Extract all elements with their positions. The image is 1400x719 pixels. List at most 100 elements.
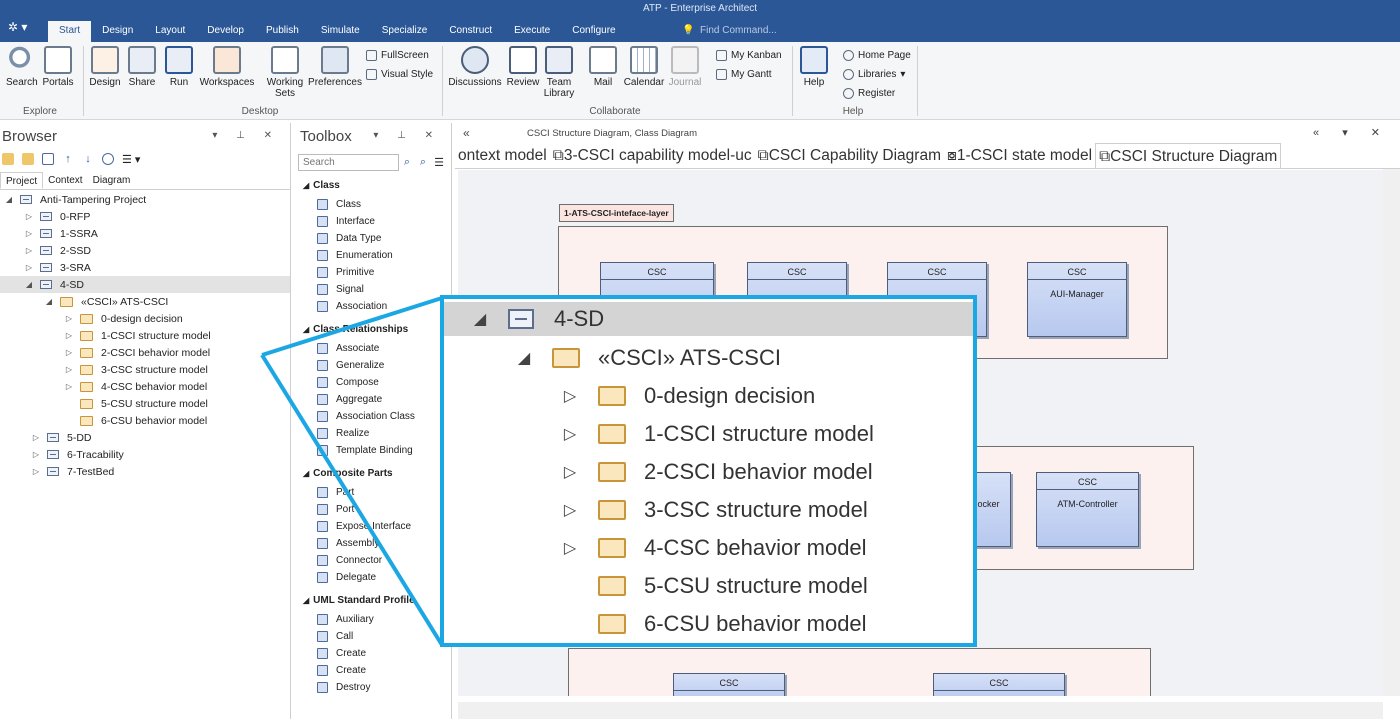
tab-configure[interactable]: Configure	[561, 21, 626, 42]
help-button[interactable]: Help	[800, 46, 828, 88]
tree-item-csci-child[interactable]: 5-CSU structure model	[64, 395, 208, 412]
tab-context-model[interactable]: ontext model	[455, 143, 550, 168]
preferences-button[interactable]: Preferences	[308, 46, 362, 88]
tab-construct[interactable]: Construct	[438, 21, 503, 42]
horizontal-scrollbar[interactable]	[458, 702, 1383, 719]
search-button[interactable]: Search	[6, 46, 38, 88]
toolbox-item[interactable]: Port	[294, 501, 451, 518]
toolbox-item[interactable]: Aggregate	[294, 391, 451, 408]
fullscreen-button[interactable]: FullScreen	[366, 50, 429, 61]
toolbox-item[interactable]: Expose Interface	[294, 518, 451, 535]
pane-controls[interactable]: ▾ ⊥ ✕	[373, 130, 441, 141]
toolbox-item[interactable]: Create	[294, 662, 451, 679]
tab-execute[interactable]: Execute	[503, 21, 561, 42]
home-page-button[interactable]: Home Page	[843, 50, 911, 61]
tab-capability-diagram[interactable]: ⧉CSCI Capability Diagram	[755, 143, 944, 168]
toolbox-item[interactable]: Call	[294, 628, 451, 645]
tab-publish[interactable]: Publish	[255, 21, 310, 42]
toolbox-item[interactable]: Association	[294, 298, 451, 315]
tab-context[interactable]: Context	[43, 172, 87, 189]
tab-specialize[interactable]: Specialize	[371, 21, 439, 42]
toolbox-item[interactable]: Class	[294, 196, 451, 213]
move-up-icon[interactable]: ↑	[62, 153, 74, 165]
expand-arrow-icon[interactable]: ▷	[64, 348, 74, 357]
expand-arrow-icon[interactable]: ▷	[64, 314, 74, 323]
visual-style-button[interactable]: Visual Style	[366, 69, 433, 80]
move-down-icon[interactable]: ↓	[82, 153, 94, 165]
collapse-arrow-icon[interactable]: ◢	[44, 297, 54, 306]
menu-icon[interactable]: ☰ ▾	[122, 153, 140, 166]
team-library-button[interactable]: Team Library	[543, 46, 575, 99]
toolbox-item[interactable]: Connector	[294, 552, 451, 569]
tree-item-3-sra[interactable]: ▷ 3-SRA	[24, 259, 91, 276]
expand-arrow-icon[interactable]: ▷	[64, 382, 74, 391]
toolbox-item[interactable]: Compose	[294, 374, 451, 391]
package-label[interactable]: 1-ATS-CSCI-inteface-layer	[559, 204, 674, 222]
tree-item-2-ssd[interactable]: ▷ 2-SSD	[24, 242, 91, 259]
tab-simulate[interactable]: Simulate	[310, 21, 371, 42]
journal-button[interactable]: Journal	[666, 46, 704, 88]
toolbox-item[interactable]: Signal	[294, 281, 451, 298]
tree-root[interactable]: ◢ Anti-Tampering Project	[4, 191, 146, 208]
toolbox-group-header[interactable]: ◢ Class Relationships	[294, 315, 451, 340]
toolbox-group-header[interactable]: ◢ Composite Parts	[294, 459, 451, 484]
toolbox-item[interactable]: Interface	[294, 213, 451, 230]
expand-arrow-icon[interactable]: ▷	[24, 229, 34, 238]
menu-icon[interactable]: ☰	[431, 156, 447, 169]
libraries-button[interactable]: Libraries ▾	[843, 69, 905, 80]
expand-arrow-icon[interactable]: ▷	[31, 450, 41, 459]
my-kanban-button[interactable]: My Kanban	[716, 50, 782, 61]
tab-diagram[interactable]: Diagram	[88, 172, 136, 189]
toolbox-item[interactable]: Realize	[294, 425, 451, 442]
find-command-input[interactable]: 💡 Find Command...	[682, 25, 777, 36]
expand-arrow-icon[interactable]: ▷	[64, 365, 74, 374]
collapse-panels-icon[interactable]: «	[463, 126, 470, 140]
toolbox-item[interactable]: Enumeration	[294, 247, 451, 264]
hierarchy-icon[interactable]	[42, 153, 54, 165]
tree-item-4-sd[interactable]: ◢ 4-SD	[0, 276, 290, 293]
design-button[interactable]: Design	[88, 46, 122, 88]
review-button[interactable]: Review	[505, 46, 541, 88]
expand-arrow-icon[interactable]: ▷	[24, 246, 34, 255]
expand-arrow-icon[interactable]: ▷	[24, 212, 34, 221]
expand-arrow-icon[interactable]: ▷	[31, 433, 41, 442]
toolbox-group-header[interactable]: ◢ UML Standard Profile	[294, 586, 451, 611]
tree-item-ats-csci[interactable]: ◢ «CSCI» ATS-CSCI	[44, 293, 168, 310]
discussions-button[interactable]: Discussions	[448, 46, 502, 88]
new-folder-icon[interactable]	[22, 153, 34, 165]
properties-icon[interactable]	[102, 153, 114, 165]
tree-item-csci-child[interactable]: ▷ 3-CSC structure model	[64, 361, 208, 378]
tree-item-7-testbed[interactable]: ▷ 7-TestBed	[31, 463, 114, 480]
toolbox-item[interactable]: Association Class	[294, 408, 451, 425]
tab-capability-model[interactable]: ⧉3-CSCI capability model-uc	[550, 143, 755, 168]
toolbox-item[interactable]: Auxiliary	[294, 611, 451, 628]
pane-controls[interactable]: ▾ ⊥ ✕	[212, 130, 280, 141]
vertical-scrollbar[interactable]	[1383, 169, 1400, 696]
working-sets-button[interactable]: Working Sets	[263, 46, 307, 99]
expand-arrow-icon[interactable]: ▷	[64, 331, 74, 340]
app-menu-icon[interactable]: ✲ ▾	[8, 20, 36, 38]
search-icon[interactable]: ⌕	[399, 156, 415, 169]
toolbox-item[interactable]: Destroy	[294, 679, 451, 696]
share-button[interactable]: Share	[127, 46, 157, 88]
toolbox-item[interactable]: Part	[294, 484, 451, 501]
tab-develop[interactable]: Develop	[196, 21, 255, 42]
tab-design[interactable]: Design	[91, 21, 144, 42]
run-button[interactable]: Run	[164, 46, 194, 88]
collapse-arrow-icon[interactable]: ◢	[24, 280, 34, 289]
toolbox-item[interactable]: Generalize	[294, 357, 451, 374]
register-button[interactable]: Register	[843, 88, 895, 99]
workspaces-button[interactable]: Workspaces	[198, 46, 256, 88]
toolbox-search-input[interactable]	[298, 153, 399, 171]
tab-structure-diagram[interactable]: ⧉CSCI Structure Diagram	[1095, 143, 1282, 168]
tree-item-0-rfp[interactable]: ▷ 0-RFP	[24, 208, 90, 225]
mail-button[interactable]: Mail	[589, 46, 617, 88]
toolbox-group-header[interactable]: ◢ Class	[294, 171, 451, 196]
toolbox-item[interactable]: Associate	[294, 340, 451, 357]
tab-start[interactable]: Start	[48, 21, 92, 42]
new-package-icon[interactable]	[2, 153, 14, 165]
expand-arrow-icon[interactable]: ▷	[31, 467, 41, 476]
tree-item-csci-child[interactable]: ▷ 4-CSC behavior model	[64, 378, 207, 395]
toolbox-item[interactable]: Template Binding	[294, 442, 451, 459]
tree-item-6-tracability[interactable]: ▷ 6-Tracability	[31, 446, 124, 463]
